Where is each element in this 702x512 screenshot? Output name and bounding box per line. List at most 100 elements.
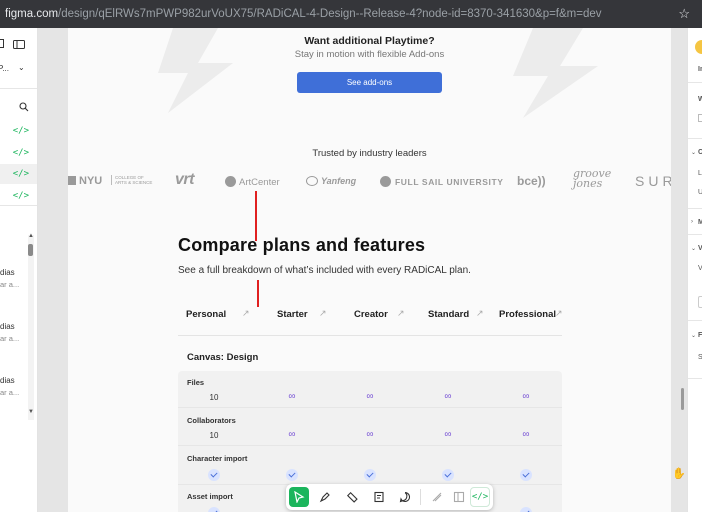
check-icon — [442, 469, 454, 481]
divider — [0, 88, 37, 89]
compare-heading: Compare plans and features — [178, 235, 426, 255]
artcenter-logo: ArtCenter — [225, 176, 280, 188]
url-path: /design/qElRWs7mPWP982urVoUX75/RADiCAL-4… — [58, 8, 602, 20]
external-link-icon[interactable]: ↗ — [476, 308, 484, 319]
infinity-icon: ∞ — [444, 391, 452, 402]
canvas-gutter-right — [671, 28, 687, 512]
check-icon — [520, 507, 532, 512]
list-item-subtitle: ar a... — [0, 280, 20, 289]
chevron-down-icon[interactable]: ⌄ — [691, 245, 696, 252]
search-icon[interactable] — [19, 102, 29, 112]
chevron-down-icon[interactable]: ⌄ — [691, 149, 696, 156]
right-inspector-panel: In W ⌄ C L U › M ⌄ V V ⌄ F S — [687, 28, 702, 512]
inspector-section-label[interactable]: M — [698, 219, 702, 226]
yanfeng-logo: Yanfeng — [306, 176, 356, 186]
ruler-tool-icon[interactable] — [342, 487, 362, 507]
dev-mode-code-icon[interactable]: </> — [470, 487, 490, 507]
addons-heading: Want additional Playtime? — [304, 35, 435, 47]
see-addons-button[interactable]: See add-ons — [297, 72, 442, 93]
star-icon[interactable]: ☆ — [678, 6, 690, 22]
sidebar-toggle-icon[interactable] — [13, 40, 25, 49]
panel-scrollbar-thumb[interactable] — [28, 244, 33, 256]
inspect-icon[interactable] — [449, 487, 469, 507]
divider — [688, 208, 702, 209]
plan-tab-starter[interactable]: Starter ↗ — [277, 308, 327, 320]
ready-for-dev-icon[interactable] — [427, 487, 447, 507]
plan-tab-standard[interactable]: Standard ↗ — [428, 308, 484, 320]
code-icon[interactable]: </> — [13, 169, 29, 179]
partial-logo: SUR — [635, 173, 671, 189]
move-tool-icon[interactable] — [289, 487, 309, 507]
inspector-row-label: V — [698, 265, 702, 272]
infinity-icon: ∞ — [288, 391, 296, 402]
divider — [688, 138, 702, 139]
browser-address-bar[interactable]: figma.com/design/qElRWs7mPWP982urVoUX75/… — [0, 0, 702, 28]
design-canvas[interactable]: Want additional Playtime? Stay in motion… — [68, 28, 671, 512]
trusted-heading: Trusted by industry leaders — [312, 148, 427, 159]
code-icon[interactable]: </> — [13, 191, 29, 201]
addons-subheading: Stay in motion with flexible Add-ons — [294, 49, 445, 60]
infinity-icon: ∞ — [366, 429, 374, 440]
input-field[interactable] — [698, 296, 702, 308]
infinity-icon: ∞ — [444, 429, 452, 440]
nyu-college-logo-text: COLLEGE OF ARTS & SCIENCE — [111, 175, 155, 185]
page-name-truncated[interactable]: P... — [0, 64, 9, 73]
inspector-section-label[interactable]: V — [698, 245, 702, 252]
url-text[interactable]: figma.com/design/qElRWs7mPWP982urVoUX75/… — [5, 8, 602, 20]
inspector-row-label: L — [698, 170, 702, 177]
inspector-row-label: S — [698, 354, 702, 361]
inspector-section-label[interactable]: C — [698, 149, 702, 156]
feature-value: 10 — [209, 393, 219, 402]
divider — [0, 205, 37, 206]
list-item-title[interactable]: dias — [0, 376, 15, 385]
check-icon — [364, 469, 376, 481]
feature-value: 10 — [209, 431, 219, 440]
plan-tab-professional[interactable]: Professional ↗ — [499, 308, 563, 320]
avatar[interactable] — [695, 40, 702, 54]
external-link-icon[interactable]: ↗ — [397, 308, 405, 319]
plan-tabs: Personal ↗ Starter ↗ Creator ↗ Standard ↗ Pr… — [178, 304, 563, 326]
external-link-icon[interactable]: ↗ — [319, 308, 327, 319]
full-sail-logo: FULL SAIL UNIVERSITY — [380, 176, 504, 187]
check-icon — [208, 507, 220, 512]
divider — [688, 320, 702, 321]
list-item-subtitle: ar a... — [0, 334, 20, 343]
scroll-down-arrow-icon[interactable]: ▼ — [28, 409, 34, 415]
chevron-right-icon[interactable]: › — [691, 219, 693, 225]
plans-divider — [178, 335, 562, 336]
compare-subheading: See a full breakdown of what’s included … — [178, 265, 471, 276]
code-icon[interactable]: </> — [13, 148, 29, 158]
scroll-up-arrow-icon[interactable]: ▲ — [28, 233, 34, 239]
section-title-canvas-design: Canvas: Design — [187, 352, 259, 363]
panel-icon[interactable] — [0, 39, 5, 49]
code-icon[interactable]: </> — [13, 126, 29, 136]
external-link-icon[interactable]: ↗ — [555, 308, 563, 319]
list-item-subtitle: ar a... — [0, 388, 20, 397]
pen-tool-icon[interactable] — [315, 487, 335, 507]
plan-tab-personal[interactable]: Personal ↗ — [186, 308, 250, 320]
infinity-icon: ∞ — [522, 391, 530, 402]
bottom-toolbar: </> — [286, 484, 493, 510]
inspector-row-label: U — [698, 189, 702, 196]
inspector-tab-label[interactable]: In — [698, 66, 702, 73]
external-link-icon[interactable]: ↗ — [242, 308, 250, 319]
divider — [688, 234, 702, 235]
check-icon — [208, 469, 220, 481]
check-icon — [520, 469, 532, 481]
annotation-line — [255, 191, 257, 241]
list-item-title[interactable]: dias — [0, 322, 15, 331]
annotation-line — [257, 280, 259, 307]
comment-tool-icon[interactable] — [395, 487, 415, 507]
check-icon — [286, 469, 298, 481]
list-item-title[interactable]: dias — [0, 268, 15, 277]
feature-name: Collaborators — [187, 416, 236, 425]
panel-scrollbar-track[interactable] — [28, 235, 34, 420]
annotation-tool-icon[interactable] — [369, 487, 389, 507]
chevron-down-icon[interactable]: ⌄ — [691, 332, 696, 339]
inspector-section-label[interactable]: F — [698, 332, 702, 339]
vrt-logo: vrt — [175, 171, 194, 188]
url-host: figma.com — [5, 8, 59, 20]
canvas-scrollbar-thumb[interactable] — [681, 388, 684, 410]
chevron-down-icon[interactable]: ⌄ — [18, 63, 25, 72]
plan-tab-creator[interactable]: Creator ↗ — [354, 308, 405, 320]
